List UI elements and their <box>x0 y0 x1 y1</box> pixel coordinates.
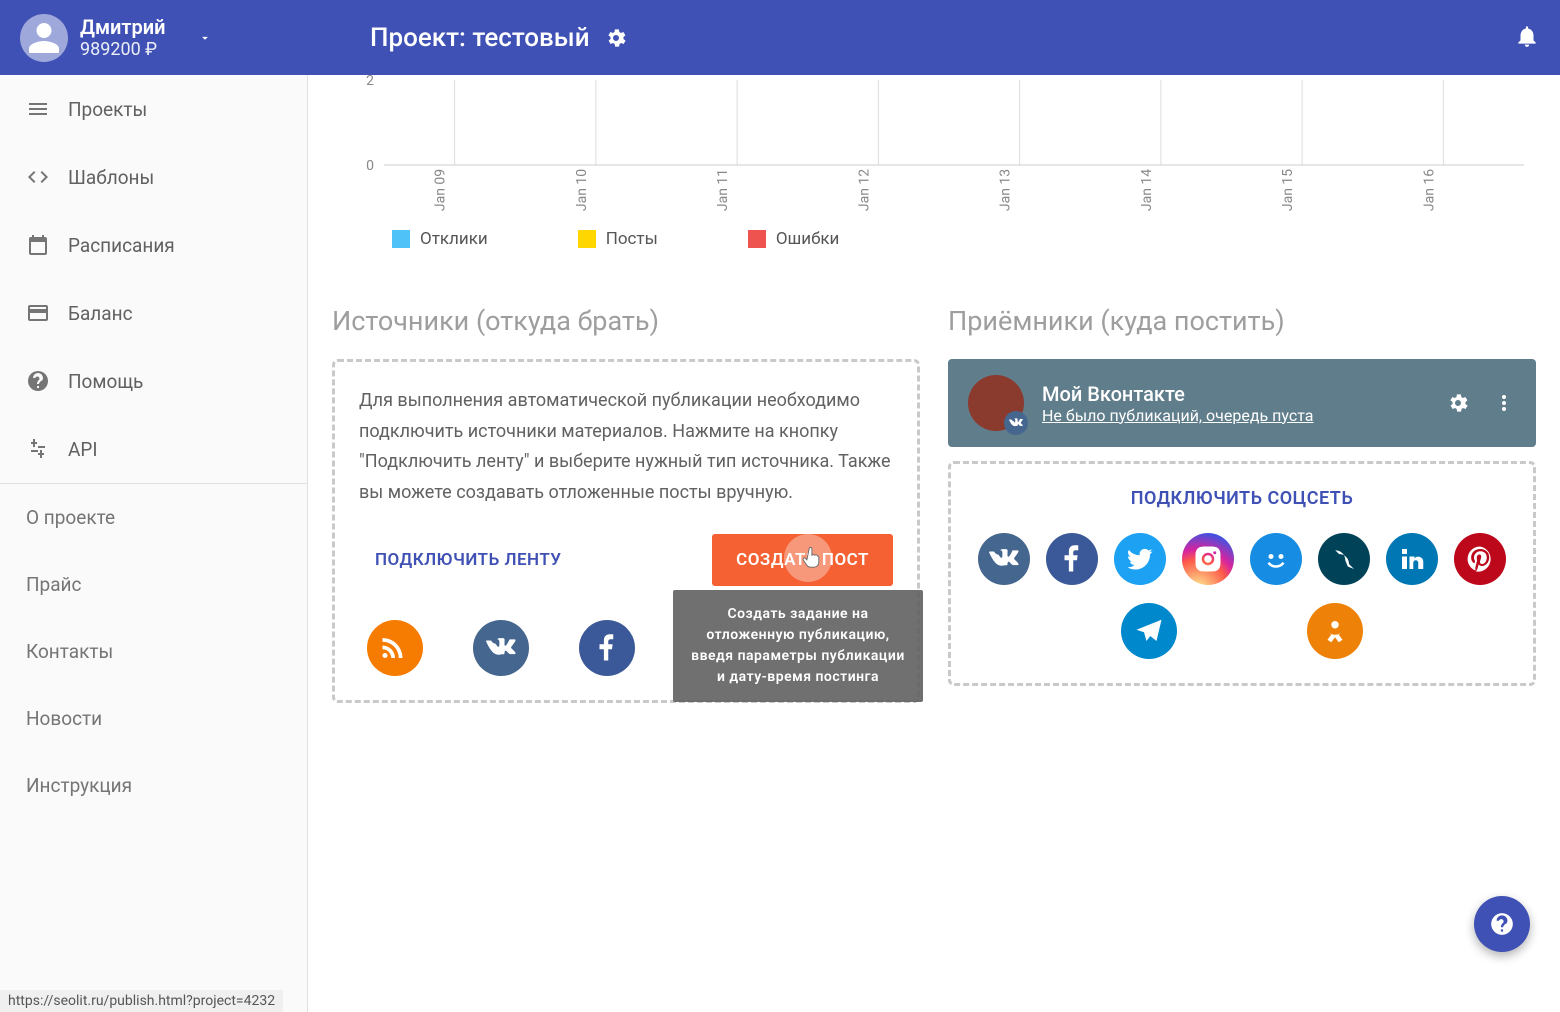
api-icon <box>26 437 50 461</box>
create-post-tooltip: Создать задание на отложенную публикацию… <box>673 590 923 702</box>
connect-social-box: ПОДКЛЮЧИТЬ СОЦСЕТЬ <box>948 461 1536 686</box>
sidebar-item-label: Баланс <box>68 302 133 325</box>
sidebar-link-price[interactable]: Прайс <box>0 551 307 618</box>
fb-icon[interactable] <box>1046 533 1098 585</box>
rss-source-icon[interactable] <box>367 620 423 676</box>
svg-text:Jan 13: Jan 13 <box>998 169 1014 211</box>
sidebar-item-balance[interactable]: Баланс <box>0 279 307 347</box>
sidebar-link-instruction[interactable]: Инструкция <box>0 752 307 819</box>
project-title-text: Проект: тестовый <box>370 23 590 53</box>
svg-text:Jan 12: Jan 12 <box>856 169 872 211</box>
linkedin-icon[interactable] <box>1386 533 1438 585</box>
svg-text:Jan 15: Jan 15 <box>1280 169 1296 211</box>
sources-description: Для выполнения автоматической публикации… <box>359 386 893 508</box>
chart: 0 2 Jan 09 Jan 10 Jan 11 Jan 12 Jan 13 Jan 14 Ja… <box>332 75 1536 255</box>
instagram-icon[interactable] <box>1182 533 1234 585</box>
odnoklassniki-icon[interactable] <box>1307 603 1363 659</box>
receiver-status[interactable]: Не было публикаций, очередь пуста <box>1042 406 1314 425</box>
sidebar-item-label: Шаблоны <box>68 166 154 189</box>
sidebar-link-contacts[interactable]: Контакты <box>0 618 307 685</box>
svg-text:Jan 16: Jan 16 <box>1421 169 1437 211</box>
vk-source-icon[interactable] <box>473 620 529 676</box>
vk-badge-icon <box>1004 411 1028 435</box>
fb-source-icon[interactable] <box>579 620 635 676</box>
sidebar-item-help[interactable]: Помощь <box>0 347 307 415</box>
twitter-icon[interactable] <box>1114 533 1166 585</box>
avatar-icon <box>20 14 68 62</box>
gear-icon[interactable] <box>1446 391 1470 415</box>
chart-legend: Отклики Посты Ошибки <box>392 229 1536 249</box>
vk-icon[interactable] <box>978 533 1030 585</box>
status-bar-url: https://seolit.ru/publish.html?project=4… <box>0 990 283 1012</box>
sources-panel: Источники (откуда брать) Для выполнения … <box>332 305 920 703</box>
more-icon[interactable] <box>1492 391 1516 415</box>
receivers-title: Приёмники (куда постить) <box>948 305 1536 337</box>
main-content: 0 2 Jan 09 Jan 10 Jan 11 Jan 12 Jan 13 Jan 14 Ja… <box>308 75 1560 1012</box>
sidebar-item-schedules[interactable]: Расписания <box>0 211 307 279</box>
receiver-card[interactable]: Мой Вконтакте Не было публикаций, очеред… <box>948 359 1536 447</box>
sidebar-item-api[interactable]: API <box>0 415 307 483</box>
bell-icon[interactable] <box>1514 23 1540 49</box>
app-header: Дмитрий 989200 ₽ Проект: тестовый <box>0 0 1560 75</box>
user-menu[interactable]: Дмитрий 989200 ₽ <box>20 14 290 62</box>
sidebar-item-label: API <box>68 438 98 461</box>
svg-text:Jan 14: Jan 14 <box>1139 169 1155 211</box>
sources-box: Для выполнения автоматической публикации… <box>332 359 920 703</box>
sidebar-item-label: Проекты <box>68 98 147 121</box>
code-icon <box>26 165 50 189</box>
receiver-name: Мой Вконтакте <box>1042 382 1314 406</box>
gear-icon[interactable] <box>604 26 628 50</box>
svg-text:2: 2 <box>366 75 374 89</box>
project-title: Проект: тестовый <box>370 23 628 53</box>
sidebar: Проекты Шаблоны Расписания Баланс Помощь… <box>0 75 308 1012</box>
card-icon <box>26 301 50 325</box>
help-icon <box>26 369 50 393</box>
sidebar-link-about[interactable]: О проекте <box>0 484 307 551</box>
connect-social-title: ПОДКЛЮЧИТЬ СОЦСЕТЬ <box>975 488 1509 509</box>
sources-title: Источники (откуда брать) <box>332 305 920 337</box>
create-post-button[interactable]: СОЗДАТЬ ПОСТ Создать задание на отложенн… <box>712 534 893 586</box>
create-post-button-label: СОЗДАТЬ ПОСТ <box>736 550 869 570</box>
legend-item[interactable]: Отклики <box>392 229 488 249</box>
user-balance: 989200 ₽ <box>80 39 166 60</box>
svg-text:Jan 09: Jan 09 <box>433 169 449 211</box>
sidebar-item-label: Помощь <box>68 370 143 393</box>
legend-item[interactable]: Ошибки <box>748 229 840 249</box>
mymir-icon[interactable] <box>1250 533 1302 585</box>
sidebar-item-label: Расписания <box>68 234 175 257</box>
svg-text:0: 0 <box>366 158 374 174</box>
chevron-down-icon <box>198 31 212 45</box>
connect-feed-button[interactable]: ПОДКЛЮЧИТЬ ЛЕНТУ <box>371 540 566 580</box>
legend-item[interactable]: Посты <box>578 229 658 249</box>
receivers-panel: Приёмники (куда постить) Мой Вконтакте Н… <box>948 305 1536 703</box>
receiver-avatar <box>968 375 1024 431</box>
livejournal-icon[interactable] <box>1318 533 1370 585</box>
sidebar-link-news[interactable]: Новости <box>0 685 307 752</box>
pinterest-icon[interactable] <box>1454 533 1506 585</box>
sidebar-item-projects[interactable]: Проекты <box>0 75 307 143</box>
svg-text:Jan 10: Jan 10 <box>574 169 590 211</box>
menu-icon <box>26 97 50 121</box>
telegram-icon[interactable] <box>1121 603 1177 659</box>
calendar-icon <box>26 233 50 257</box>
help-fab[interactable] <box>1474 896 1530 952</box>
svg-text:Jan 11: Jan 11 <box>715 169 731 211</box>
user-name: Дмитрий <box>80 15 166 39</box>
chart-canvas: 0 2 Jan 09 Jan 10 Jan 11 Jan 12 Jan 13 Jan 14 Ja… <box>332 75 1536 215</box>
sidebar-item-templates[interactable]: Шаблоны <box>0 143 307 211</box>
